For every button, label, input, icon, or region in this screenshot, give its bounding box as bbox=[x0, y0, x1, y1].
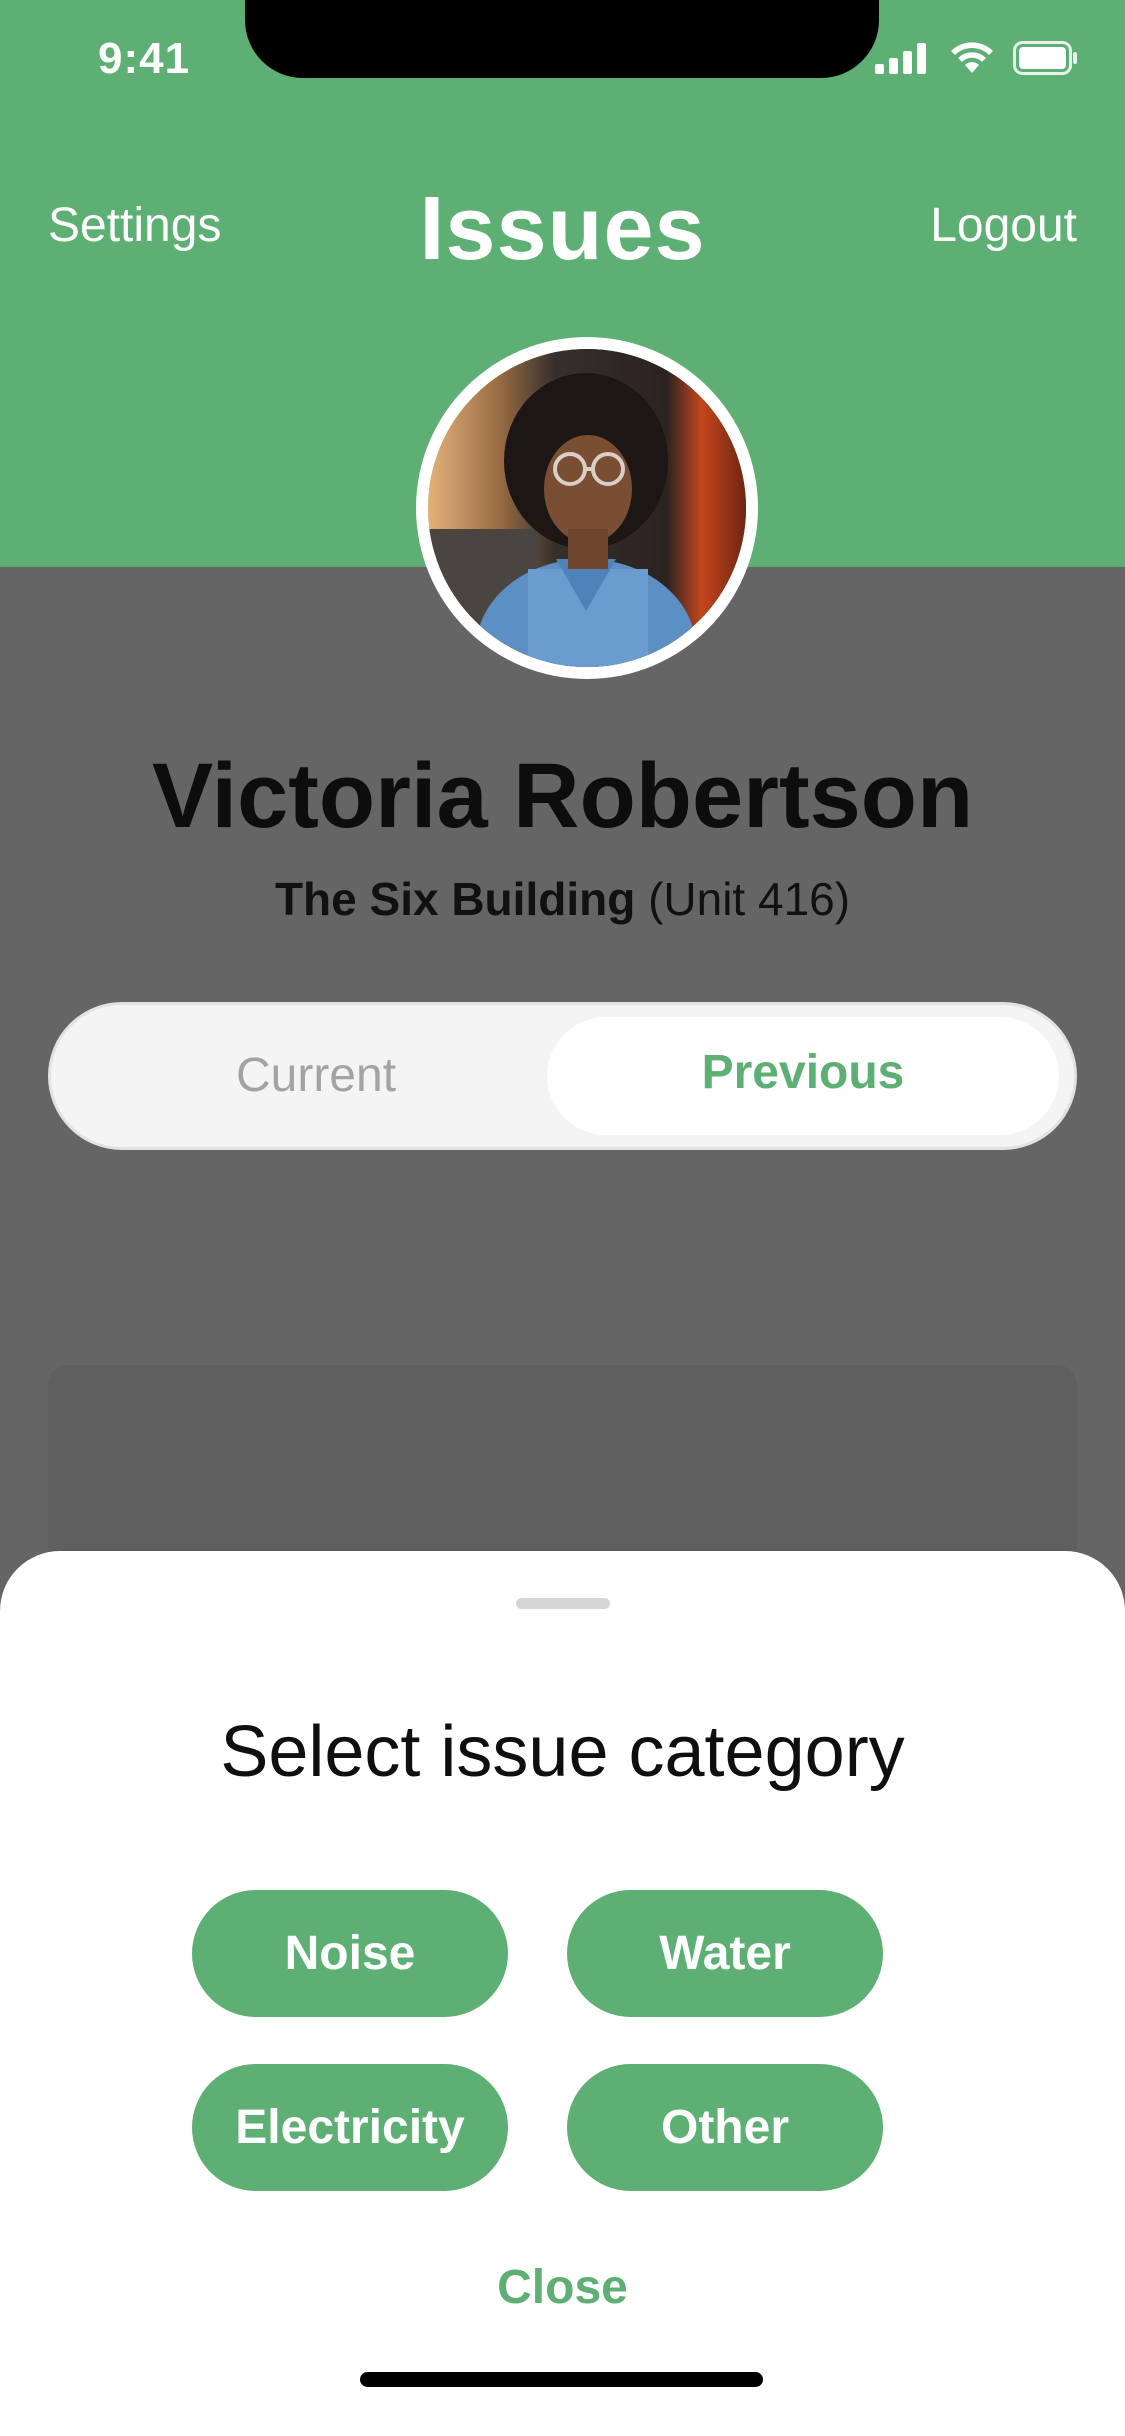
cellular-signal-icon bbox=[875, 42, 931, 79]
avatar[interactable] bbox=[416, 337, 758, 679]
category-electricity-button[interactable]: Electricity bbox=[192, 2064, 508, 2191]
battery-icon bbox=[1013, 40, 1079, 80]
building-info: The Six Building (Unit 416) bbox=[0, 872, 1125, 926]
status-time: 9:41 bbox=[98, 34, 191, 83]
sheet-drag-handle[interactable] bbox=[516, 1598, 610, 1609]
app-screen: 9:41 Settings Issues Logout Victoria Rob… bbox=[0, 0, 1125, 2436]
tab-current[interactable]: Current bbox=[51, 1005, 581, 1147]
category-other-button[interactable]: Other bbox=[567, 2064, 883, 2191]
category-noise-button[interactable]: Noise bbox=[192, 1890, 508, 2017]
device-notch bbox=[245, 0, 879, 78]
building-name: The Six Building bbox=[274, 873, 636, 925]
sheet-title: Select issue category bbox=[220, 1712, 905, 1792]
status-icons bbox=[875, 40, 1079, 80]
segmented-control: Current Previous bbox=[48, 1002, 1077, 1150]
profile-name: Victoria Robertson bbox=[151, 745, 974, 847]
avatar-photo bbox=[428, 349, 746, 667]
home-indicator bbox=[360, 2372, 763, 2387]
logout-button[interactable]: Logout bbox=[930, 198, 1077, 253]
close-button[interactable]: Close bbox=[0, 2260, 1125, 2315]
category-water-button[interactable]: Water bbox=[567, 1890, 883, 2017]
tab-previous[interactable]: Previous bbox=[547, 1017, 1059, 1135]
unit-number: (Unit 416) bbox=[648, 873, 851, 925]
wifi-icon bbox=[949, 41, 995, 80]
